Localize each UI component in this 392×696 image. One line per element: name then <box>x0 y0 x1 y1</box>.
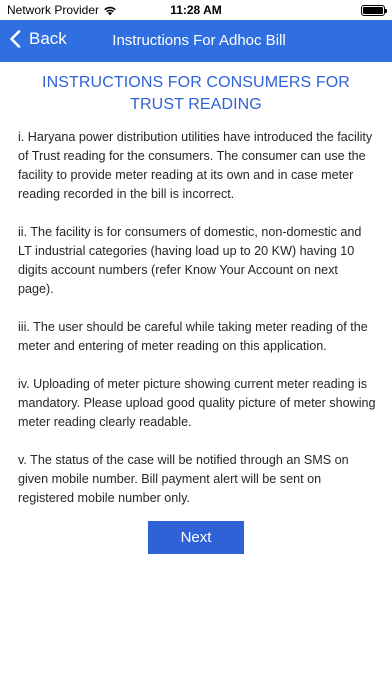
instruction-paragraph-1: i. Haryana power distribution utilities … <box>18 130 373 201</box>
status-bar: Network Provider 11:28 AM <box>0 0 392 20</box>
battery-icon <box>361 5 387 16</box>
next-button[interactable]: Next <box>148 521 244 554</box>
instruction-paragraph-4: iv. Uploading of meter picture showing c… <box>18 377 376 429</box>
instruction-paragraph-3: iii. The user should be careful while ta… <box>18 320 368 353</box>
instruction-paragraph-5: v. The status of the case will be notifi… <box>18 453 349 505</box>
navigation-bar: Back Instructions For Adhoc Bill <box>0 20 392 62</box>
instruction-paragraph-2: ii. The facility is for consumers of dom… <box>18 225 362 296</box>
instructions-content: INSTRUCTIONS FOR CONSUMERS FOR TRUST REA… <box>0 62 392 508</box>
clock: 11:28 AM <box>170 3 222 17</box>
instructions-heading: INSTRUCTIONS FOR CONSUMERS FOR TRUST REA… <box>42 74 350 113</box>
page-title: Instructions For Adhoc Bill <box>112 32 286 49</box>
